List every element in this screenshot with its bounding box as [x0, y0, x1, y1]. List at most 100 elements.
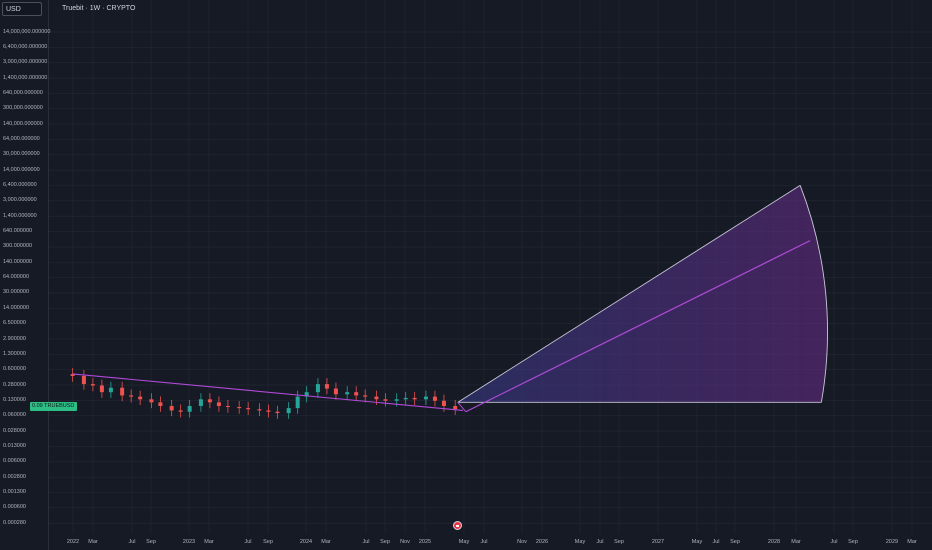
event-icon[interactable]: [453, 521, 462, 530]
y-tick-label: 0.013000: [3, 442, 26, 449]
y-tick-label: 14,000.000000: [3, 166, 40, 173]
candle-body: [169, 405, 174, 411]
candle-body: [394, 399, 399, 401]
x-tick-label: 2029: [885, 539, 899, 545]
x-tick-label: Mar: [791, 539, 801, 545]
x-tick-label: 2024: [299, 539, 313, 545]
x-tick-label: 2023: [182, 539, 196, 545]
candle-body: [432, 396, 437, 401]
x-tick-label: Mar: [321, 539, 331, 545]
x-tick-label: 2026: [535, 539, 549, 545]
candle-body: [333, 388, 338, 395]
candle-body: [198, 399, 203, 406]
x-tick-label: Jul: [480, 539, 488, 545]
x-tick-label: May: [574, 539, 586, 545]
fan-fill: [457, 185, 828, 403]
candle-body: [81, 376, 86, 385]
y-tick-label: 2.900000: [3, 335, 26, 342]
y-tick-label: 1.300000: [3, 350, 26, 357]
price-label-value: 0.09: [32, 403, 43, 409]
y-tick-label: 64.000000: [3, 274, 29, 281]
chart-plot[interactable]: [0, 0, 932, 550]
x-tick-label: Mar: [88, 539, 98, 545]
x-tick-label: Jul: [128, 539, 136, 545]
y-tick-label: 0.028000: [3, 427, 26, 434]
x-tick-label: 2025: [418, 539, 432, 545]
candle-body: [207, 399, 212, 403]
candle-body: [138, 396, 143, 400]
candle-body: [363, 395, 368, 397]
candle-body: [108, 387, 113, 393]
candle-body: [412, 397, 417, 400]
candle-body: [187, 405, 192, 412]
candle-body: [129, 395, 134, 397]
x-tick-label: Sep: [263, 539, 273, 545]
x-tick-label: Sep: [614, 539, 624, 545]
y-tick-label: 1,400,000.000000: [3, 74, 48, 81]
y-tick-label: 30,000.000000: [3, 151, 40, 158]
candle-body: [383, 399, 388, 401]
candle-body: [441, 400, 446, 406]
x-tick-label: Jul: [712, 539, 720, 545]
candle-body: [345, 392, 350, 395]
candle-body: [216, 402, 221, 406]
candle-body: [286, 408, 291, 414]
candle-body: [354, 392, 359, 396]
candle-body: [225, 405, 230, 408]
y-tick-label: 300.000000: [3, 243, 33, 250]
candle-body: [90, 384, 95, 386]
x-tick-label: Sep: [146, 539, 156, 545]
price-label: 0.09 TRUEBUSD: [30, 402, 78, 411]
currency-selector[interactable]: USD: [2, 2, 42, 16]
y-tick-label: 0.000280: [3, 519, 26, 526]
candle-body: [120, 387, 125, 396]
price-label-symbol: TRUEBUSD: [44, 403, 75, 409]
x-tick-label: 2022: [66, 539, 80, 545]
y-tick-label: 0.280000: [3, 381, 26, 388]
candle-body: [178, 410, 183, 412]
y-tick-label: 0.001300: [3, 489, 26, 495]
x-tick-label: 2028: [767, 539, 781, 545]
candle-body: [99, 385, 104, 393]
x-tick-label: Nov: [400, 539, 410, 545]
candle-body: [324, 384, 329, 389]
candle-body: [257, 409, 262, 411]
x-tick-label: Nov: [517, 539, 527, 545]
y-tick-label: 0.060000: [3, 412, 26, 419]
x-tick-label: May: [691, 539, 703, 545]
y-tick-label: 0.600000: [3, 366, 26, 373]
x-tick-label: Sep: [730, 539, 740, 545]
x-tick-label: Sep: [848, 539, 858, 545]
y-tick-label: 0.002800: [3, 473, 26, 480]
candle-body: [453, 405, 458, 410]
y-tick-label: 0.006000: [3, 458, 26, 465]
candle-body: [246, 408, 251, 410]
candle-body: [275, 411, 280, 414]
candle-body: [315, 384, 320, 393]
y-tick-label: 30.000000: [3, 289, 29, 296]
candle-body: [295, 396, 300, 409]
y-tick-label: 6,400.000000: [3, 182, 37, 188]
y-tick-label: 6,400,000.000000: [3, 43, 48, 50]
y-tick-label: 140,000.000000: [3, 120, 43, 127]
y-tick-label: 14.000000: [3, 304, 29, 311]
y-tick-label: 300,000.000000: [3, 105, 43, 112]
y-tick-label: 0.130000: [3, 396, 26, 403]
candle-body: [403, 397, 408, 400]
y-tick-label: 6.500000: [3, 320, 26, 327]
y-tick-label: 1,400.000000: [3, 212, 37, 219]
x-tick-label: Jul: [830, 539, 838, 545]
candle-body: [374, 396, 379, 400]
x-tick-label: Jul: [596, 539, 604, 545]
y-tick-label: 3,000.000000: [3, 197, 37, 204]
y-tick-label: 640,000.000000: [3, 89, 43, 96]
fan-drawing[interactable]: [457, 184, 828, 413]
x-tick-label: 2027: [651, 539, 665, 545]
candle-body: [237, 407, 242, 409]
y-tick-label: 140.000000: [3, 258, 33, 265]
y-tick-label: 0.000600: [3, 504, 26, 511]
y-tick-label: 640.000000: [3, 228, 33, 235]
y-tick-label: 14,000,000.000000: [3, 28, 51, 35]
x-tick-label: Jul: [362, 539, 370, 545]
candle-body: [266, 410, 271, 412]
